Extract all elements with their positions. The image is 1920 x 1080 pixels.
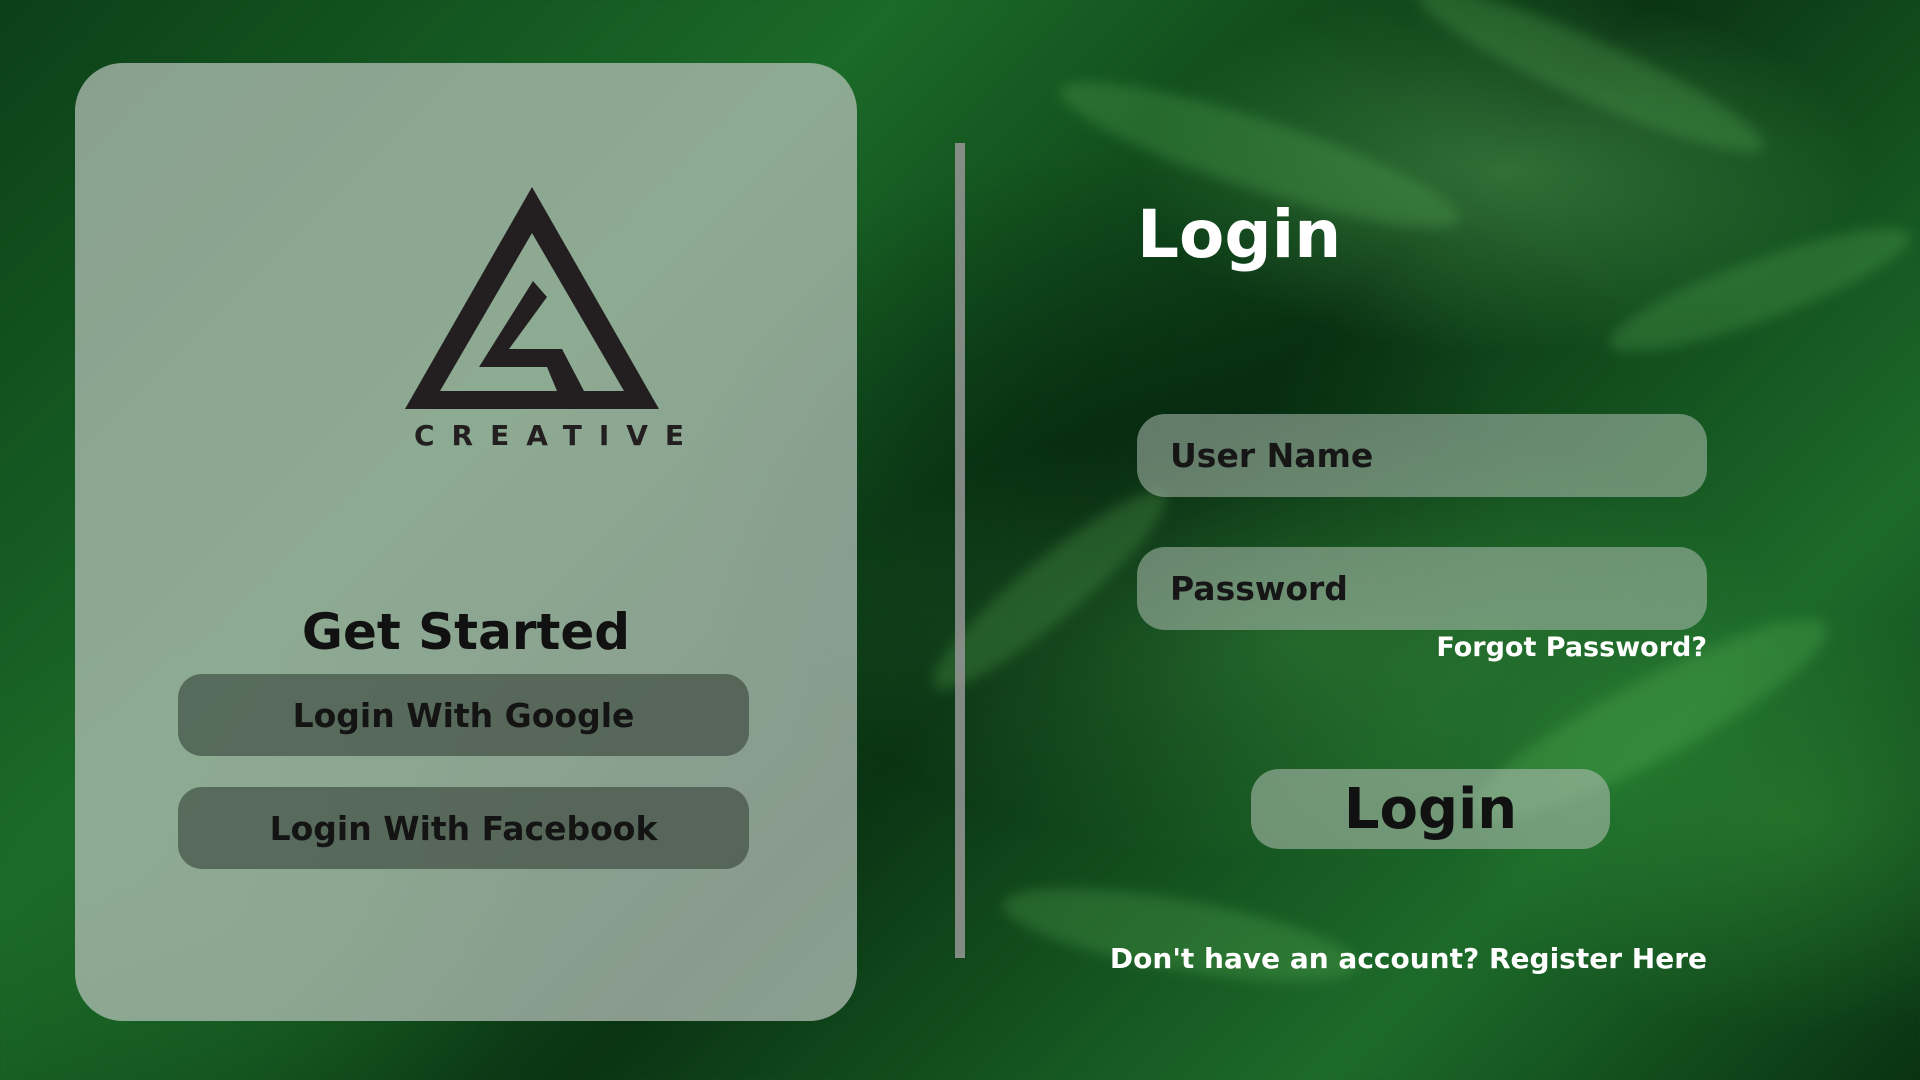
login-with-google-button[interactable]: Login With Google — [178, 674, 749, 756]
password-field[interactable]: Password — [1137, 547, 1707, 630]
username-field[interactable]: User Name — [1137, 414, 1707, 497]
login-with-facebook-button[interactable]: Login With Facebook — [178, 787, 749, 869]
background-foliage — [1404, 0, 1776, 175]
login-submit-button[interactable]: Login — [1251, 769, 1610, 849]
login-title: Login — [1137, 196, 1342, 273]
triangle-logo-icon — [405, 187, 659, 409]
background-foliage — [996, 869, 1364, 1001]
brand-card: CREATIVE Get Started Login With Google L… — [75, 63, 857, 1021]
logo-wordmark: CREATIVE — [414, 419, 702, 452]
background-foliage — [1599, 207, 1920, 373]
register-link[interactable]: Don't have an account? Register Here — [1110, 942, 1707, 975]
get-started-heading: Get Started — [301, 603, 631, 661]
vertical-divider — [955, 143, 965, 958]
forgot-password-link[interactable]: Forgot Password? — [1436, 632, 1707, 663]
creative-logo: CREATIVE — [397, 181, 702, 459]
